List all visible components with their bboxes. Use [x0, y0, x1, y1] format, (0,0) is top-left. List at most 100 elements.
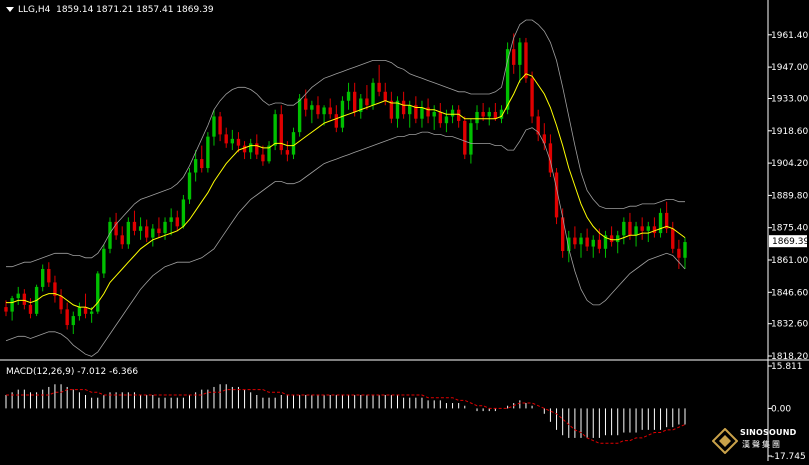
- macd-tick-label: 15.811: [771, 362, 803, 372]
- candle-body: [591, 239, 595, 247]
- candle-body: [450, 109, 455, 117]
- price-tick-label: 1861.00: [771, 256, 808, 266]
- logo-name-cn: 漢聲集團: [742, 440, 782, 449]
- candle-body: [328, 107, 332, 115]
- sinosound-logo: SINOSOUND 漢聲集團: [712, 426, 804, 456]
- candle-body: [334, 114, 339, 128]
- candle-body: [187, 172, 192, 200]
- candle-body: [285, 150, 290, 155]
- candle-body: [41, 268, 45, 287]
- candle-body: [475, 111, 479, 124]
- candle-body: [487, 111, 491, 117]
- candle-body: [28, 304, 33, 314]
- candle-body: [132, 221, 137, 231]
- candle-body: [316, 105, 320, 115]
- price-tick-label: 1832.60: [771, 320, 808, 330]
- candle-body: [469, 123, 473, 155]
- candle-body: [505, 49, 510, 110]
- candle-body: [151, 228, 155, 238]
- candle-body: [10, 298, 14, 312]
- price-tick-label: 1846.60: [771, 288, 808, 298]
- candle-body: [291, 132, 296, 155]
- candle-body: [77, 307, 82, 317]
- candle-body: [573, 237, 577, 245]
- candle-body: [249, 143, 253, 153]
- candle-body: [4, 307, 8, 312]
- logo-name: SINOSOUND: [740, 428, 797, 437]
- candle-body: [120, 235, 124, 245]
- candle-body: [297, 98, 302, 133]
- candle-body: [383, 91, 387, 101]
- candle-body: [609, 235, 614, 243]
- candle-body: [261, 154, 265, 162]
- candle-body: [310, 105, 314, 110]
- candle-body: [212, 116, 216, 137]
- diamond-logo-icon: [712, 428, 738, 454]
- candle-body: [518, 42, 522, 65]
- candle-body: [322, 107, 326, 115]
- candle-body: [371, 82, 375, 106]
- price-tick-label: 1947.00: [771, 63, 808, 73]
- candle-body: [200, 159, 204, 169]
- chart-header: LLG,H4 1859.14 1871.21 1857.41 1869.39: [6, 5, 214, 15]
- candle-body: [145, 226, 149, 238]
- price-tick-label: 1889.80: [771, 191, 808, 201]
- candle-body: [169, 217, 173, 222]
- candle-body: [175, 217, 179, 227]
- candle-body: [634, 226, 638, 236]
- candle-body: [628, 221, 632, 236]
- candle-body: [181, 199, 186, 227]
- candle-body: [463, 120, 467, 155]
- candle-body: [616, 235, 620, 243]
- symbol-label: LLG,H4: [18, 5, 51, 15]
- candle-body: [432, 111, 436, 117]
- candle-body: [530, 78, 534, 117]
- candle-body: [365, 98, 369, 106]
- candle-body: [420, 107, 424, 119]
- price-tick-label: 1904.20: [771, 159, 808, 169]
- candle-body: [597, 239, 602, 249]
- candle-body: [671, 228, 675, 249]
- candle-body: [65, 309, 69, 326]
- candle-body: [163, 221, 167, 234]
- chart-root: 1961.40 1947.00 1933.00 1918.60 1904.20 1889.…: [0, 0, 809, 462]
- candle-body: [340, 100, 345, 128]
- candle-body: [622, 221, 626, 236]
- candle-body: [377, 82, 381, 92]
- candle-body: [16, 293, 20, 299]
- price-tick-label: 1933.00: [771, 95, 808, 105]
- candle-body: [230, 138, 235, 144]
- candle-body: [279, 114, 283, 151]
- candle-body: [59, 295, 63, 310]
- candle-body: [138, 226, 143, 231]
- candle-body: [218, 116, 222, 135]
- price-tick-label: 1961.40: [771, 31, 808, 41]
- macd-label: MACD(12,26,9) -7.012 -6.366: [6, 367, 139, 377]
- candle-body: [493, 111, 498, 119]
- candle-body: [438, 111, 442, 124]
- candle-body: [206, 136, 210, 169]
- candle-body: [658, 212, 663, 234]
- candle-body: [236, 138, 241, 146]
- candle-body: [224, 134, 228, 144]
- candle-body: [677, 248, 681, 258]
- candle-body: [640, 226, 644, 231]
- price-tick-label: 1875.40: [771, 224, 808, 234]
- candle-body: [193, 159, 198, 173]
- candle-body: [524, 42, 528, 79]
- candle-body: [683, 242, 687, 258]
- candle-body: [579, 237, 583, 245]
- macd-tick-label: 0.00: [771, 404, 791, 414]
- candle-body: [157, 228, 161, 234]
- candle-body: [444, 116, 449, 124]
- candle-body: [304, 98, 308, 110]
- candle-body: [47, 268, 51, 283]
- candle-body: [242, 145, 247, 153]
- candle-body: [22, 293, 27, 305]
- candle-body: [481, 111, 485, 117]
- ohlc-values: 1859.14 1871.21 1857.41 1869.39: [56, 5, 214, 15]
- candle-body: [585, 237, 589, 247]
- triangle-down-icon[interactable]: [6, 7, 14, 12]
- candle-body: [126, 221, 131, 245]
- price-tick-label: 1918.60: [771, 127, 808, 137]
